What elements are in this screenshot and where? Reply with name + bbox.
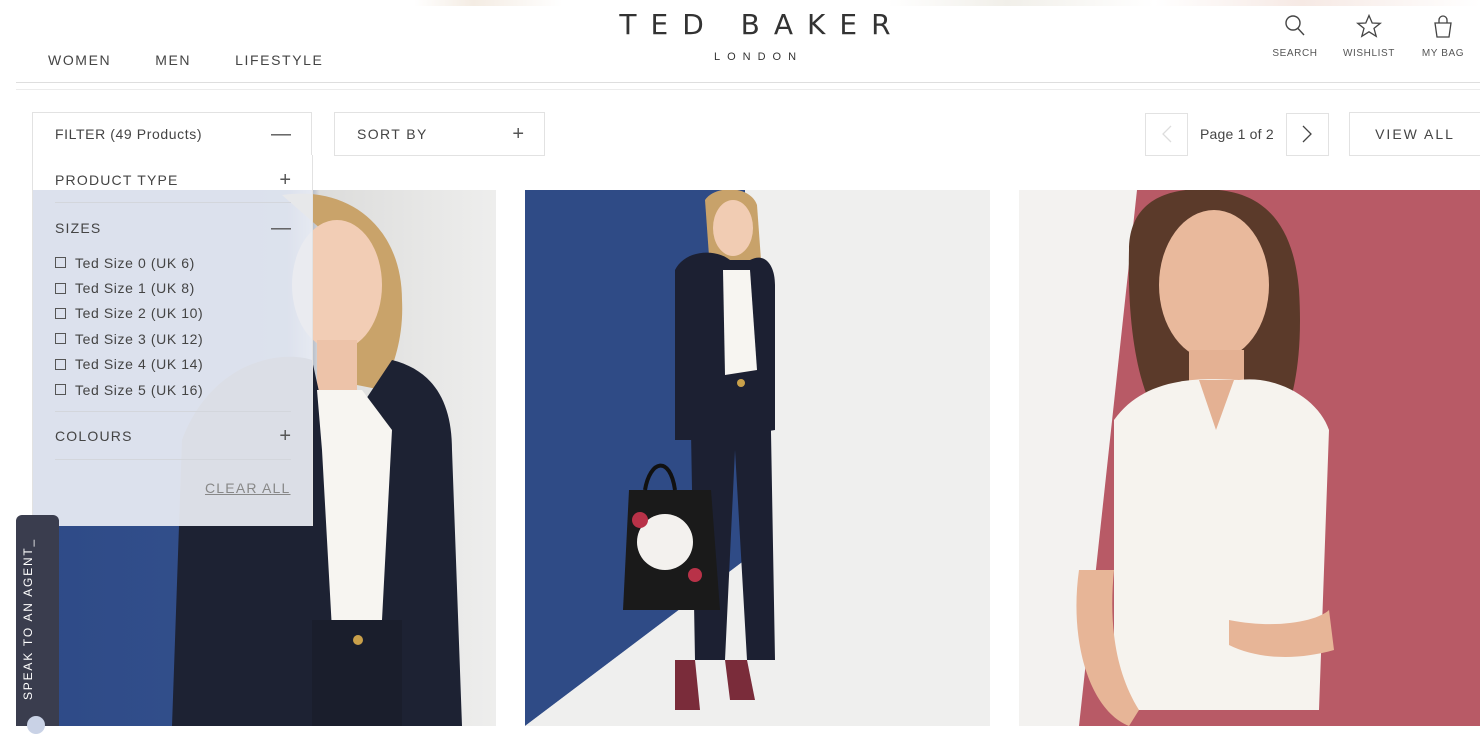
product-type-label: PRODUCT TYPE bbox=[55, 172, 179, 188]
checkbox[interactable] bbox=[55, 358, 66, 370]
size-option[interactable]: Ted Size 4 (UK 14) bbox=[55, 352, 203, 377]
sizes-label: SIZES bbox=[55, 220, 102, 236]
logo-wordmark: TED BAKER bbox=[619, 8, 905, 41]
size-option-label: Ted Size 4 (UK 14) bbox=[75, 356, 204, 373]
search-icon bbox=[1285, 15, 1305, 36]
chevron-left-icon bbox=[1161, 125, 1171, 143]
prev-page-button[interactable] bbox=[1145, 112, 1188, 156]
filter-divider bbox=[55, 459, 291, 460]
wishlist-button[interactable]: WISHLIST bbox=[1332, 14, 1406, 59]
header-divider-secondary bbox=[16, 89, 1480, 90]
pagination: Page 1 of 2 bbox=[1145, 112, 1329, 156]
checkbox[interactable] bbox=[55, 307, 66, 319]
filter-colours[interactable]: COLOURS + bbox=[55, 426, 291, 446]
filter-divider bbox=[55, 202, 291, 203]
search-button[interactable]: SEARCH bbox=[1258, 14, 1332, 59]
size-options: Ted Size 0 (UK 6) Ted Size 1 (UK 8) Ted … bbox=[55, 250, 203, 402]
checkbox[interactable] bbox=[55, 257, 66, 269]
size-option[interactable]: Ted Size 1 (UK 8) bbox=[55, 275, 203, 300]
product-image-2[interactable] bbox=[525, 190, 990, 726]
checkbox[interactable] bbox=[55, 333, 66, 345]
size-option[interactable]: Ted Size 0 (UK 6) bbox=[55, 250, 203, 275]
model-in-white-top-illustration bbox=[1019, 190, 1480, 726]
sort-label: SORT BY bbox=[357, 126, 428, 142]
nav-lifestyle[interactable]: LIFESTYLE bbox=[235, 52, 323, 68]
site-header: WOMEN MEN LIFESTYLE TED BAKER LONDON SEA… bbox=[0, 0, 1480, 82]
next-page-button[interactable] bbox=[1285, 112, 1329, 156]
page-indicator: Page 1 of 2 bbox=[1200, 126, 1274, 142]
filter-label: FILTER (49 Products) bbox=[55, 126, 203, 142]
sort-by-dropdown[interactable]: SORT BY + bbox=[334, 112, 545, 156]
minus-icon: — bbox=[271, 123, 291, 145]
filter-product-type[interactable]: PRODUCT TYPE + bbox=[55, 170, 291, 190]
filter-divider bbox=[55, 411, 291, 412]
clear-all-link[interactable]: CLEAR ALL bbox=[205, 480, 291, 496]
nav-women[interactable]: WOMEN bbox=[48, 52, 111, 68]
main-nav: WOMEN MEN LIFESTYLE bbox=[48, 52, 367, 68]
size-option[interactable]: Ted Size 5 (UK 16) bbox=[55, 377, 203, 402]
header-divider bbox=[16, 82, 1480, 83]
plus-icon: + bbox=[279, 425, 291, 447]
header-banner-strip bbox=[0, 0, 1480, 6]
size-option-label: Ted Size 0 (UK 6) bbox=[75, 254, 195, 271]
size-option-label: Ted Size 5 (UK 16) bbox=[75, 381, 204, 398]
model-in-navy-suit-illustration bbox=[525, 190, 990, 726]
size-option-label: Ted Size 3 (UK 12) bbox=[75, 330, 204, 347]
plus-icon: + bbox=[512, 123, 524, 145]
chevron-right-icon bbox=[1302, 125, 1313, 143]
filter-toggle[interactable]: FILTER (49 Products) — bbox=[32, 112, 312, 155]
size-option[interactable]: Ted Size 3 (UK 12) bbox=[55, 326, 203, 351]
bag-label: MY BAG bbox=[1421, 48, 1465, 59]
star-icon bbox=[1356, 14, 1382, 38]
plus-icon: + bbox=[279, 169, 291, 191]
checkbox[interactable] bbox=[55, 384, 66, 396]
size-option-label: Ted Size 2 (UK 10) bbox=[75, 305, 204, 322]
header-actions: SEARCH WISHLIST MY BAG bbox=[1258, 14, 1480, 59]
filter-panel: PRODUCT TYPE + SIZES — Ted Size 0 (UK 6)… bbox=[32, 155, 313, 526]
bag-icon bbox=[1434, 15, 1452, 38]
ted-baker-logo[interactable]: TED BAKER LONDON bbox=[600, 8, 910, 63]
size-option-label: Ted Size 1 (UK 8) bbox=[75, 280, 195, 297]
product-image-3[interactable] bbox=[1019, 190, 1480, 726]
search-label: SEARCH bbox=[1272, 48, 1318, 59]
nav-men[interactable]: MEN bbox=[155, 52, 191, 68]
checkbox[interactable] bbox=[55, 282, 66, 294]
size-option[interactable]: Ted Size 2 (UK 10) bbox=[55, 301, 203, 326]
minus-icon: — bbox=[271, 217, 291, 239]
bag-button[interactable]: MY BAG bbox=[1406, 14, 1480, 59]
wishlist-label: WISHLIST bbox=[1342, 48, 1396, 59]
speak-to-agent-label: SPEAK TO AN AGENT_ bbox=[21, 537, 35, 700]
logo-subtitle: LONDON bbox=[713, 51, 804, 63]
chat-icon bbox=[27, 716, 45, 734]
view-all-button[interactable]: VIEW ALL bbox=[1349, 112, 1480, 156]
filter-sizes[interactable]: SIZES — bbox=[55, 218, 291, 238]
colours-label: COLOURS bbox=[55, 428, 133, 444]
